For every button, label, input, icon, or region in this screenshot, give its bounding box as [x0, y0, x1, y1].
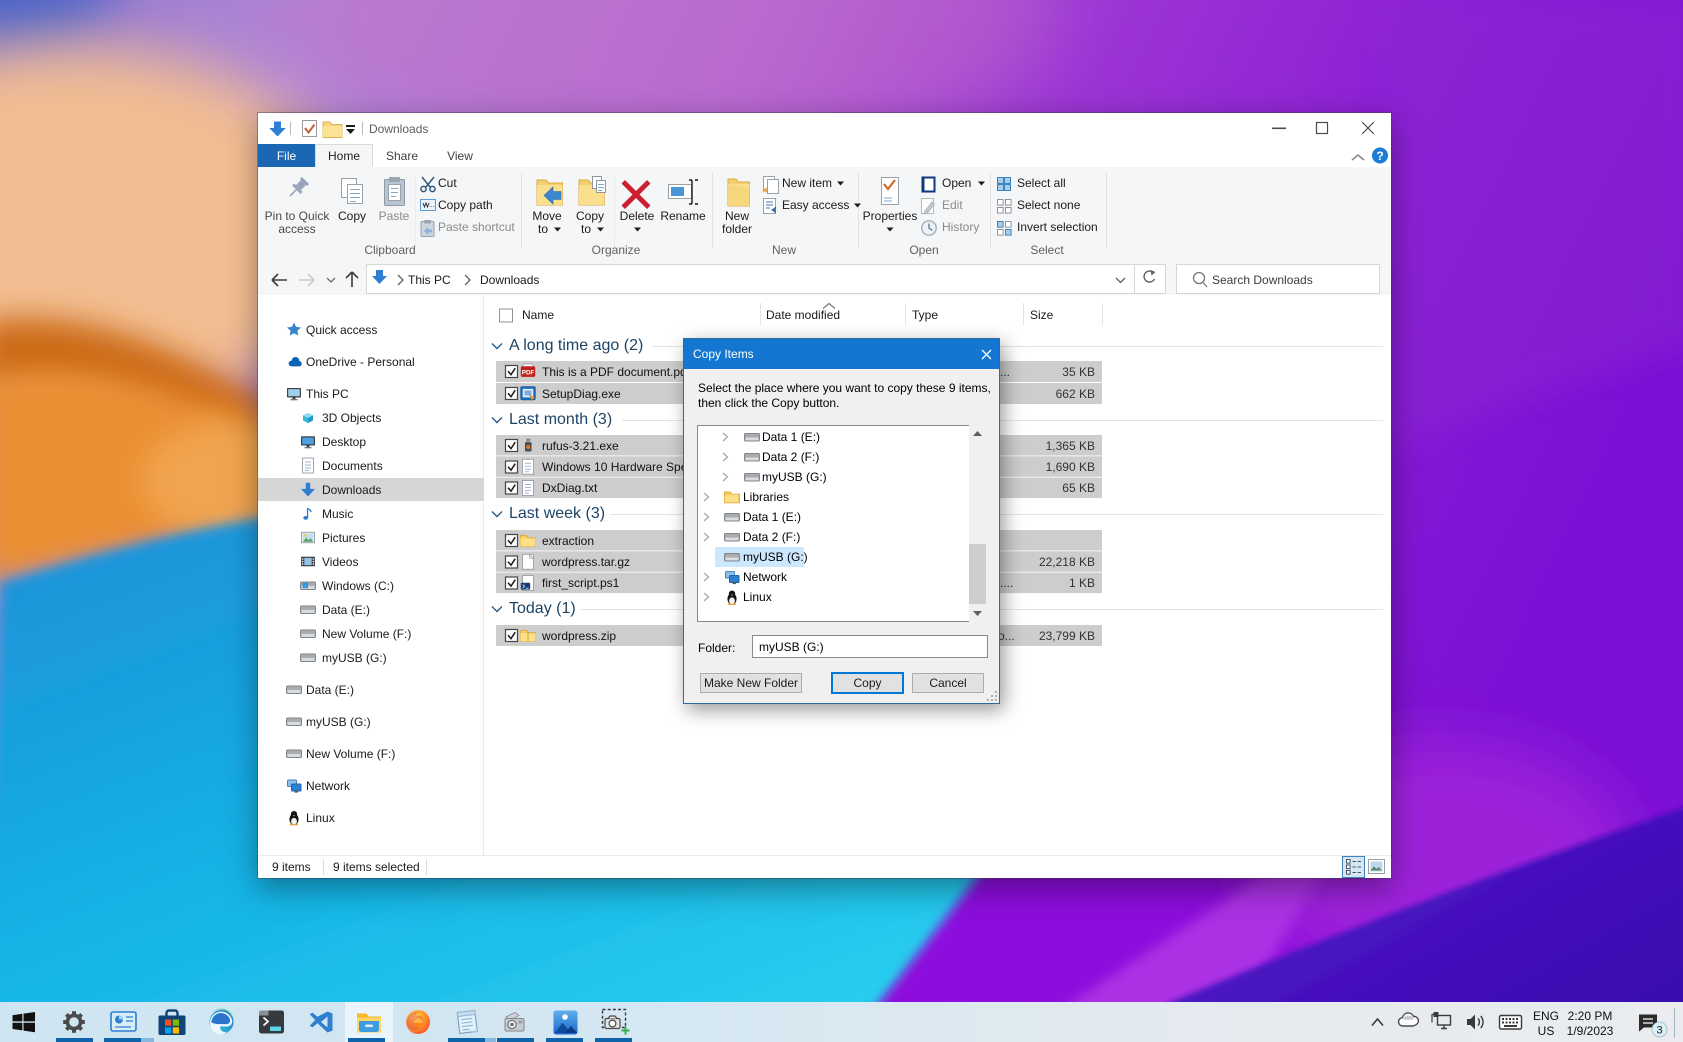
svg-text:PDF: PDF — [522, 369, 535, 376]
svg-text:?: ? — [1376, 149, 1383, 163]
svg-text:3: 3 — [1656, 1025, 1662, 1037]
